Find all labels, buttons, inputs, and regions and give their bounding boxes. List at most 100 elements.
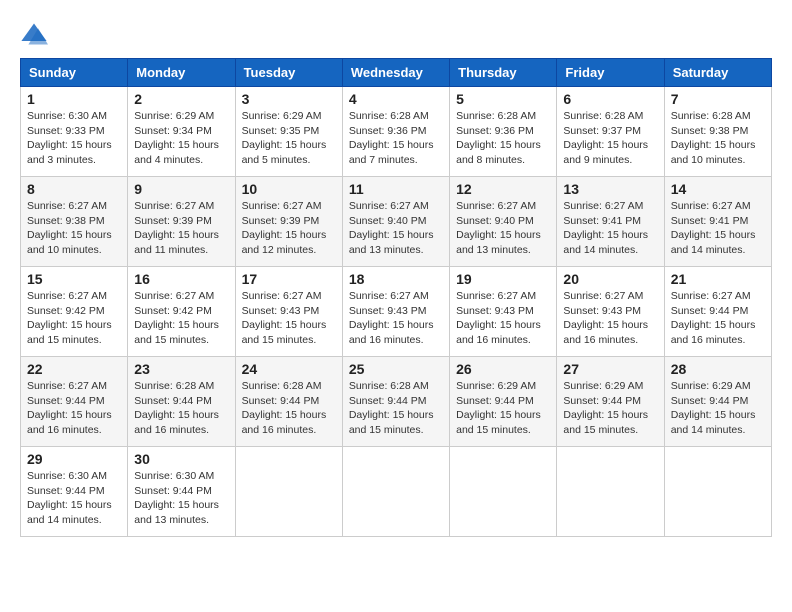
day-number: 10 <box>242 181 336 197</box>
daylight-label: Daylight: 15 hours and 13 minutes. <box>349 229 434 256</box>
day-number: 15 <box>27 271 121 287</box>
sunrise-label: Sunrise: 6:29 AM <box>563 380 643 392</box>
day-info: Sunrise: 6:29 AM Sunset: 9:44 PM Dayligh… <box>671 379 765 438</box>
sunset-label: Sunset: 9:36 PM <box>456 125 534 137</box>
day-number: 18 <box>349 271 443 287</box>
daylight-label: Daylight: 15 hours and 14 minutes. <box>671 409 756 436</box>
calendar-cell: 20 Sunrise: 6:27 AM Sunset: 9:43 PM Dayl… <box>557 267 664 357</box>
calendar-cell: 7 Sunrise: 6:28 AM Sunset: 9:38 PM Dayli… <box>664 87 771 177</box>
day-number: 3 <box>242 91 336 107</box>
sunrise-label: Sunrise: 6:29 AM <box>242 110 322 122</box>
day-info: Sunrise: 6:29 AM Sunset: 9:44 PM Dayligh… <box>563 379 657 438</box>
sunrise-label: Sunrise: 6:27 AM <box>27 290 107 302</box>
daylight-label: Daylight: 15 hours and 16 minutes. <box>671 319 756 346</box>
day-info: Sunrise: 6:28 AM Sunset: 9:44 PM Dayligh… <box>349 379 443 438</box>
calendar-cell: 22 Sunrise: 6:27 AM Sunset: 9:44 PM Dayl… <box>21 357 128 447</box>
sunrise-label: Sunrise: 6:27 AM <box>349 290 429 302</box>
day-info: Sunrise: 6:27 AM Sunset: 9:42 PM Dayligh… <box>134 289 228 348</box>
daylight-label: Daylight: 15 hours and 16 minutes. <box>349 319 434 346</box>
calendar-cell: 25 Sunrise: 6:28 AM Sunset: 9:44 PM Dayl… <box>342 357 449 447</box>
day-number: 21 <box>671 271 765 287</box>
logo <box>20 20 56 48</box>
day-number: 22 <box>27 361 121 377</box>
calendar-cell: 28 Sunrise: 6:29 AM Sunset: 9:44 PM Dayl… <box>664 357 771 447</box>
sunset-label: Sunset: 9:40 PM <box>349 215 427 227</box>
day-info: Sunrise: 6:30 AM Sunset: 9:33 PM Dayligh… <box>27 109 121 168</box>
logo-icon <box>20 20 48 48</box>
sunrise-label: Sunrise: 6:28 AM <box>456 110 536 122</box>
sunrise-label: Sunrise: 6:28 AM <box>242 380 322 392</box>
sunrise-label: Sunrise: 6:28 AM <box>563 110 643 122</box>
sunset-label: Sunset: 9:39 PM <box>134 215 212 227</box>
sunrise-label: Sunrise: 6:30 AM <box>27 110 107 122</box>
day-number: 27 <box>563 361 657 377</box>
day-number: 16 <box>134 271 228 287</box>
sunrise-label: Sunrise: 6:27 AM <box>242 290 322 302</box>
sunset-label: Sunset: 9:41 PM <box>671 215 749 227</box>
sunset-label: Sunset: 9:44 PM <box>27 395 105 407</box>
day-info: Sunrise: 6:27 AM Sunset: 9:44 PM Dayligh… <box>27 379 121 438</box>
sunrise-label: Sunrise: 6:27 AM <box>27 380 107 392</box>
calendar-cell: 17 Sunrise: 6:27 AM Sunset: 9:43 PM Dayl… <box>235 267 342 357</box>
calendar-cell: 1 Sunrise: 6:30 AM Sunset: 9:33 PM Dayli… <box>21 87 128 177</box>
daylight-label: Daylight: 15 hours and 3 minutes. <box>27 139 112 166</box>
sunrise-label: Sunrise: 6:29 AM <box>134 110 214 122</box>
day-number: 6 <box>563 91 657 107</box>
daylight-label: Daylight: 15 hours and 12 minutes. <box>242 229 327 256</box>
day-number: 30 <box>134 451 228 467</box>
sunrise-label: Sunrise: 6:27 AM <box>27 200 107 212</box>
sunset-label: Sunset: 9:34 PM <box>134 125 212 137</box>
sunset-label: Sunset: 9:43 PM <box>563 305 641 317</box>
day-number: 9 <box>134 181 228 197</box>
daylight-label: Daylight: 15 hours and 15 minutes. <box>27 319 112 346</box>
sunset-label: Sunset: 9:44 PM <box>456 395 534 407</box>
day-info: Sunrise: 6:27 AM Sunset: 9:41 PM Dayligh… <box>563 199 657 258</box>
day-info: Sunrise: 6:28 AM Sunset: 9:44 PM Dayligh… <box>242 379 336 438</box>
sunrise-label: Sunrise: 6:27 AM <box>671 200 751 212</box>
sunset-label: Sunset: 9:43 PM <box>242 305 320 317</box>
calendar-cell: 24 Sunrise: 6:28 AM Sunset: 9:44 PM Dayl… <box>235 357 342 447</box>
page-header <box>20 20 772 48</box>
sunset-label: Sunset: 9:44 PM <box>134 485 212 497</box>
day-number: 2 <box>134 91 228 107</box>
column-header-tuesday: Tuesday <box>235 59 342 87</box>
day-info: Sunrise: 6:28 AM Sunset: 9:38 PM Dayligh… <box>671 109 765 168</box>
day-number: 29 <box>27 451 121 467</box>
sunset-label: Sunset: 9:44 PM <box>671 305 749 317</box>
sunset-label: Sunset: 9:44 PM <box>563 395 641 407</box>
sunrise-label: Sunrise: 6:27 AM <box>563 290 643 302</box>
week-row-2: 8 Sunrise: 6:27 AM Sunset: 9:38 PM Dayli… <box>21 177 772 267</box>
sunset-label: Sunset: 9:37 PM <box>563 125 641 137</box>
sunrise-label: Sunrise: 6:27 AM <box>134 290 214 302</box>
daylight-label: Daylight: 15 hours and 9 minutes. <box>563 139 648 166</box>
calendar-table: SundayMondayTuesdayWednesdayThursdayFrid… <box>20 58 772 537</box>
sunset-label: Sunset: 9:44 PM <box>242 395 320 407</box>
day-number: 12 <box>456 181 550 197</box>
day-number: 11 <box>349 181 443 197</box>
calendar-cell: 21 Sunrise: 6:27 AM Sunset: 9:44 PM Dayl… <box>664 267 771 357</box>
day-number: 5 <box>456 91 550 107</box>
daylight-label: Daylight: 15 hours and 13 minutes. <box>456 229 541 256</box>
sunset-label: Sunset: 9:43 PM <box>349 305 427 317</box>
column-header-friday: Friday <box>557 59 664 87</box>
calendar-cell: 4 Sunrise: 6:28 AM Sunset: 9:36 PM Dayli… <box>342 87 449 177</box>
sunrise-label: Sunrise: 6:28 AM <box>349 380 429 392</box>
sunrise-label: Sunrise: 6:28 AM <box>349 110 429 122</box>
calendar-cell: 18 Sunrise: 6:27 AM Sunset: 9:43 PM Dayl… <box>342 267 449 357</box>
sunrise-label: Sunrise: 6:28 AM <box>134 380 214 392</box>
day-number: 25 <box>349 361 443 377</box>
day-info: Sunrise: 6:27 AM Sunset: 9:43 PM Dayligh… <box>242 289 336 348</box>
day-info: Sunrise: 6:27 AM Sunset: 9:38 PM Dayligh… <box>27 199 121 258</box>
daylight-label: Daylight: 15 hours and 4 minutes. <box>134 139 219 166</box>
day-info: Sunrise: 6:29 AM Sunset: 9:35 PM Dayligh… <box>242 109 336 168</box>
day-info: Sunrise: 6:27 AM Sunset: 9:40 PM Dayligh… <box>349 199 443 258</box>
daylight-label: Daylight: 15 hours and 16 minutes. <box>27 409 112 436</box>
day-number: 1 <box>27 91 121 107</box>
daylight-label: Daylight: 15 hours and 10 minutes. <box>27 229 112 256</box>
day-number: 28 <box>671 361 765 377</box>
calendar-cell: 14 Sunrise: 6:27 AM Sunset: 9:41 PM Dayl… <box>664 177 771 267</box>
calendar-cell: 5 Sunrise: 6:28 AM Sunset: 9:36 PM Dayli… <box>450 87 557 177</box>
sunrise-label: Sunrise: 6:27 AM <box>563 200 643 212</box>
day-number: 17 <box>242 271 336 287</box>
sunrise-label: Sunrise: 6:27 AM <box>134 200 214 212</box>
